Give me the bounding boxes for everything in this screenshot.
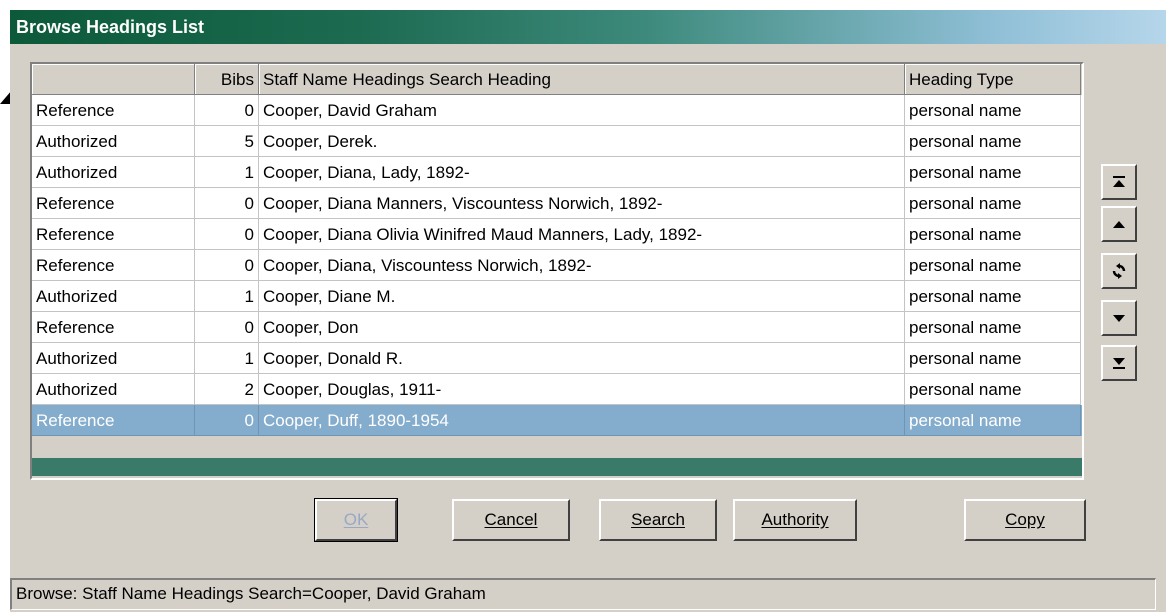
table-row[interactable]: Authorized 2 Cooper, Douglas, 1911- persona… <box>32 374 1082 405</box>
cell-heading-type: personal name <box>905 250 1081 281</box>
scroll-to-bottom-button[interactable] <box>1101 345 1137 381</box>
browse-headings-dialog: Browse Headings List Bibs Staff Name Head… <box>10 10 1166 612</box>
table-row[interactable]: Authorized 1 Cooper, Diana, Lady, 1892- per… <box>32 157 1082 188</box>
cell-heading-type: personal name <box>905 95 1081 126</box>
cell-bibs: 0 <box>195 405 259 436</box>
page-down-button[interactable] <box>1101 300 1137 336</box>
column-header-heading[interactable]: Staff Name Headings Search Heading <box>259 64 905 95</box>
cell-bibs: 1 <box>195 281 259 312</box>
cell-bibs: 0 <box>195 95 259 126</box>
copy-button[interactable]: Copy <box>964 499 1086 541</box>
cell-heading-type: personal name <box>905 405 1081 436</box>
cell-bibs: 0 <box>195 188 259 219</box>
cell-heading-type: personal name <box>905 219 1081 250</box>
cell-heading: Cooper, Don <box>259 312 905 343</box>
cell-heading-type: personal name <box>905 374 1081 405</box>
cell-bibs: 1 <box>195 343 259 374</box>
cell-heading-type: personal name <box>905 312 1081 343</box>
cell-status: Reference <box>32 312 195 343</box>
column-header-status[interactable] <box>32 64 195 95</box>
cell-heading-type: personal name <box>905 126 1081 157</box>
cell-heading-type: personal name <box>905 188 1081 219</box>
cell-status: Authorized <box>32 343 195 374</box>
authority-button[interactable]: Authority <box>733 499 857 541</box>
cell-heading-type: personal name <box>905 157 1081 188</box>
search-button[interactable]: Search <box>599 499 717 541</box>
cell-bibs: 2 <box>195 374 259 405</box>
cell-bibs: 0 <box>195 219 259 250</box>
desktop-background <box>0 0 24 612</box>
cell-status: Authorized <box>32 281 195 312</box>
table-row[interactable]: Reference 0 Cooper, Don personal name <box>32 312 1082 343</box>
cell-status: Authorized <box>32 374 195 405</box>
window-title: Browse Headings List <box>10 10 1166 44</box>
headings-grid[interactable]: Bibs Staff Name Headings Search Heading He… <box>30 62 1084 480</box>
page-down-icon <box>1113 315 1125 322</box>
cell-heading: Cooper, Donald R. <box>259 343 905 374</box>
table-row[interactable]: Reference 0 Cooper, Diana Olivia Winifred … <box>32 219 1082 250</box>
cell-heading: Cooper, Diane M. <box>259 281 905 312</box>
cell-status: Authorized <box>32 157 195 188</box>
refresh-icon <box>1112 263 1126 279</box>
table-row[interactable]: Reference 0 Cooper, Diana, Viscountess Nor… <box>32 250 1082 281</box>
cell-heading: Cooper, Diana, Viscountess Norwich, 1892… <box>259 250 905 281</box>
cell-bibs: 0 <box>195 250 259 281</box>
headings-grid-body: Bibs Staff Name Headings Search Heading He… <box>32 64 1082 478</box>
scroll-to-top-button[interactable] <box>1101 164 1137 200</box>
cell-heading: Cooper, Derek. <box>259 126 905 157</box>
cell-bibs: 1 <box>195 157 259 188</box>
cell-heading: Cooper, David Graham <box>259 95 905 126</box>
cell-heading: Cooper, Douglas, 1911- <box>259 374 905 405</box>
column-header-bibs[interactable]: Bibs <box>195 64 259 95</box>
column-header-type[interactable]: Heading Type <box>905 64 1081 95</box>
cell-status: Reference <box>32 219 195 250</box>
cell-heading-type: personal name <box>905 343 1081 374</box>
scroll-to-top-icon <box>1113 176 1125 187</box>
cell-status: Reference <box>32 188 195 219</box>
cell-bibs: 5 <box>195 126 259 157</box>
status-bar: Browse: Staff Name Headings Search=Coope… <box>10 578 1156 610</box>
page-up-button[interactable] <box>1101 206 1137 242</box>
ok-button[interactable]: OK <box>314 498 398 542</box>
table-row[interactable]: Authorized 5 Cooper, Derek. personal name <box>32 126 1082 157</box>
table-row[interactable]: Reference 0 Cooper, Diana Manners, Viscoun… <box>32 188 1082 219</box>
cell-heading-type: personal name <box>905 281 1081 312</box>
grid-header-row: Bibs Staff Name Headings Search Heading He… <box>32 64 1082 95</box>
cell-status: Reference <box>32 405 195 436</box>
cell-heading: Cooper, Diana, Lady, 1892- <box>259 157 905 188</box>
table-row[interactable]: Reference 0 Cooper, Duff, 1890-1954 persona… <box>32 405 1082 436</box>
table-row[interactable]: Authorized 1 Cooper, Donald R. personal nam… <box>32 343 1082 374</box>
cell-heading: Cooper, Duff, 1890-1954 <box>259 405 905 436</box>
cell-heading: Cooper, Diana Manners, Viscountess Norwi… <box>259 188 905 219</box>
scroll-to-bottom-icon <box>1113 358 1125 369</box>
cell-status: Reference <box>32 95 195 126</box>
cell-status: Authorized <box>32 126 195 157</box>
table-row[interactable]: Reference 0 Cooper, David Graham personal n… <box>32 95 1082 126</box>
grid-footer-bar <box>32 458 1082 476</box>
cell-bibs: 0 <box>195 312 259 343</box>
refresh-button[interactable] <box>1101 253 1137 289</box>
cell-status: Reference <box>32 250 195 281</box>
cell-heading: Cooper, Diana Olivia Winifred Maud Manne… <box>259 219 905 250</box>
cancel-button[interactable]: Cancel <box>452 499 570 541</box>
table-row[interactable]: Authorized 1 Cooper, Diane M. personal name <box>32 281 1082 312</box>
page-up-icon <box>1113 221 1125 228</box>
